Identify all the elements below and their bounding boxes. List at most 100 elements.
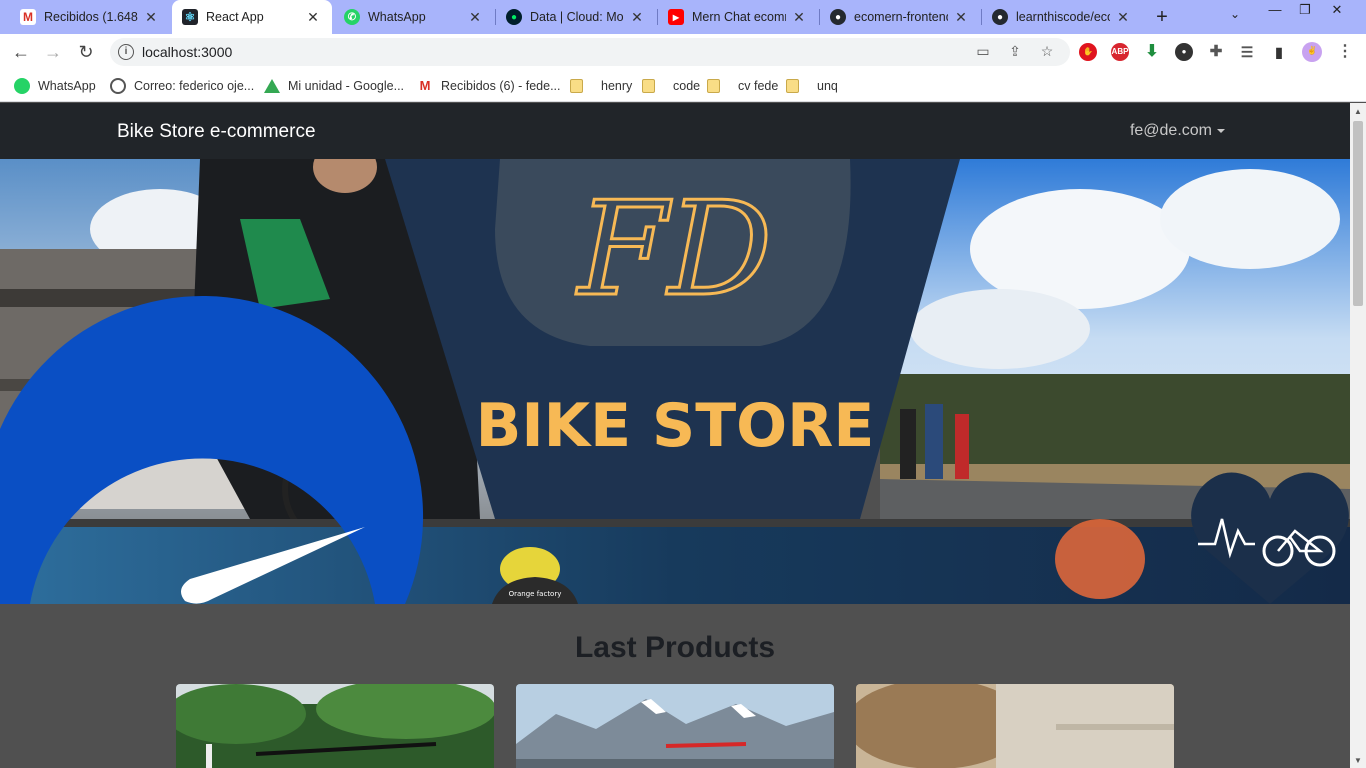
helmet-sponsor-text: Orange factory [509, 590, 562, 598]
hero-banner: FD BIKE STORE Orange factory [0, 159, 1350, 604]
youtube-icon: ▶ [668, 9, 684, 25]
tab-gmail[interactable]: M Recibidos (1.648) - ✕ [10, 0, 170, 34]
bookmark-folder-cv-fede[interactable]: cv fede [707, 76, 778, 96]
flame-blur [1055, 519, 1145, 599]
whatsapp-icon: ✆ [344, 9, 360, 25]
bookmark-star-icon[interactable]: ☆ [1038, 43, 1056, 61]
react-icon: ⚛ [182, 9, 198, 25]
product-card[interactable] [176, 684, 494, 768]
tab-react-app[interactable]: ⚛ React App ✕ [172, 0, 332, 34]
github-icon: ● [830, 9, 846, 25]
caret-down-icon [1217, 129, 1225, 133]
media-queue-icon[interactable]: ☰ [1238, 43, 1256, 61]
product-card[interactable] [856, 684, 1174, 768]
bookmark-gmail[interactable]: M Recibidos (6) - fede... [417, 76, 561, 96]
bookmark-label: WhatsApp [38, 79, 96, 93]
reader-mode-icon[interactable]: ▭ [974, 43, 992, 61]
bookmark-label: Correo: federico oje... [134, 79, 255, 93]
adblock-plus-icon[interactable]: ABP [1111, 43, 1129, 61]
bookmark-correo[interactable]: Correo: federico oje... [110, 76, 254, 96]
tab-title: React App [206, 10, 264, 24]
tab-youtube[interactable]: ▶ Mern Chat ecomm ✕ [658, 0, 818, 34]
tab-title: Data | Cloud: Mon [530, 10, 624, 24]
minimize-icon[interactable]: — [1260, 2, 1290, 17]
scroll-up-arrow-icon[interactable]: ▲ [1350, 105, 1366, 119]
reload-icon[interactable]: ↻ [75, 41, 97, 63]
red-bike-mountains-photo [516, 684, 834, 768]
hero-title: BIKE STORE [476, 391, 875, 461]
tab-title: WhatsApp [368, 10, 426, 24]
bike-autumn-photo [856, 684, 1174, 768]
rider [925, 404, 943, 479]
tab-whatsapp[interactable]: ✆ WhatsApp ✕ [334, 0, 494, 34]
rider [900, 409, 916, 479]
drive-icon [264, 79, 280, 93]
gmail-icon: M [417, 78, 433, 94]
chrome-menu-icon[interactable]: ⋮ [1336, 43, 1354, 61]
bookmark-label: Recibidos (6) - fede... [441, 79, 561, 93]
scrollbar-thumb[interactable] [1353, 121, 1363, 306]
bookmark-label: code [673, 79, 701, 93]
tab-strip: M Recibidos (1.648) - ✕ ⚛ React App ✕ ✆ … [0, 0, 1366, 34]
section-title: Last Products [574, 631, 776, 664]
mongodb-leaf-icon: ● [506, 9, 522, 25]
tab-search-chevron-icon[interactable]: ⌄ [1230, 7, 1240, 21]
mountain-bike-park-photo [176, 684, 494, 768]
tab-github-frontend[interactable]: ● ecomern-frontend ✕ [820, 0, 980, 34]
site-info-icon[interactable]: i [118, 44, 134, 60]
window-close-icon[interactable]: ✕ [1322, 2, 1352, 18]
strip-divider [0, 519, 1350, 527]
monogram-fd: FD [576, 173, 772, 325]
close-icon[interactable]: ✕ [952, 9, 970, 26]
bookmark-label: cv fede [738, 79, 779, 93]
profile-avatar[interactable]: ✌ [1302, 42, 1322, 62]
tab-github-learnthiscode[interactable]: ● learnthiscode/eco ✕ [982, 0, 1142, 34]
folder-icon [786, 79, 799, 93]
gmail-icon: M [20, 9, 36, 25]
tab-title: Recibidos (1.648) - [44, 10, 138, 24]
github-icon: ● [992, 9, 1008, 25]
folder-icon [570, 79, 583, 93]
close-icon[interactable]: ✕ [790, 9, 808, 26]
bookmark-label: unq [817, 79, 838, 93]
tab-title: Mern Chat ecomm [692, 10, 786, 24]
bookmark-whatsapp[interactable]: WhatsApp [14, 76, 96, 96]
folder-icon [642, 79, 655, 93]
close-icon[interactable]: ✕ [466, 9, 484, 26]
folder-icon [707, 79, 720, 93]
side-panel-icon[interactable]: ▮ [1270, 43, 1288, 61]
forward-arrow-icon[interactable]: → [42, 41, 64, 63]
user-email: fe@de.com [1129, 122, 1212, 139]
user-dropdown-toggle[interactable]: fe@de.com [1130, 122, 1225, 140]
whatsapp-icon [14, 78, 30, 94]
restore-icon[interactable]: ❐ [1290, 2, 1320, 18]
close-icon[interactable]: ✕ [142, 9, 160, 26]
close-icon[interactable]: ✕ [304, 9, 322, 26]
puzzle-extensions-icon[interactable]: ✚ [1207, 43, 1225, 61]
new-tab-button[interactable]: + [1150, 5, 1174, 29]
rider [955, 414, 969, 479]
bookmark-drive[interactable]: Mi unidad - Google... [264, 76, 404, 96]
close-icon[interactable]: ✕ [1114, 9, 1132, 26]
bookmark-folder-unq[interactable]: unq [786, 76, 838, 96]
color-picker-icon[interactable]: ● [1175, 43, 1193, 61]
product-card[interactable] [516, 684, 834, 768]
page-viewport: Bike Store e-commerce fe@de.com FD BIKE … [0, 103, 1350, 768]
back-arrow-icon[interactable]: ← [10, 41, 32, 63]
bookmark-folder-henry[interactable]: henry [570, 76, 632, 96]
tree-line [880, 374, 1350, 469]
tab-mongodb[interactable]: ● Data | Cloud: Mon ✕ [496, 0, 656, 34]
stop-extension-icon[interactable]: ✋ [1079, 43, 1097, 61]
scroll-down-arrow-icon[interactable]: ▼ [1350, 754, 1366, 768]
site-brand-link[interactable]: Bike Store e-commerce [117, 121, 316, 143]
globe-icon [110, 78, 126, 94]
address-bar[interactable]: i localhost:3000 ▭ ⇪ ☆ [110, 38, 1070, 66]
url-text[interactable]: localhost:3000 [142, 44, 232, 60]
bookmark-folder-code[interactable]: code [642, 76, 700, 96]
close-icon[interactable]: ✕ [628, 9, 646, 26]
cloud [910, 289, 1090, 369]
bookmark-label: henry [601, 79, 633, 93]
download-arrow-icon[interactable]: ⬇ [1143, 43, 1161, 61]
page-scrollbar[interactable]: ▲ ▼ [1350, 103, 1366, 768]
share-icon[interactable]: ⇪ [1006, 43, 1024, 61]
